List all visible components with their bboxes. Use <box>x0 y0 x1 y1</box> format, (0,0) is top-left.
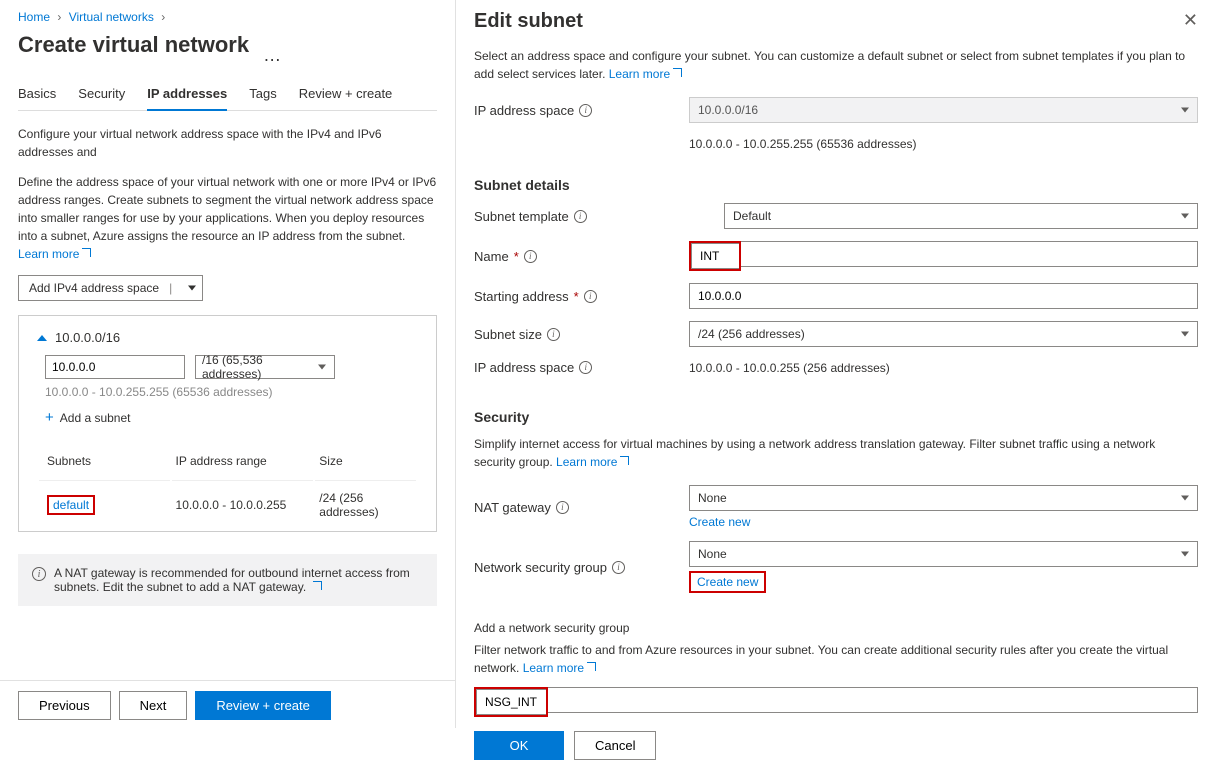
range-text: 10.0.0.0 - 10.0.255.255 (65536 addresses… <box>45 385 418 399</box>
tab-security[interactable]: Security <box>78 80 125 110</box>
table-row: default 10.0.0.0 - 10.0.0.255 /24 (256 a… <box>39 480 416 529</box>
nsg-label: Network security group <box>474 560 607 575</box>
blade-footer: OK Cancel <box>474 717 1198 770</box>
tab-tags[interactable]: Tags <box>249 80 276 110</box>
info-icon[interactable]: i <box>547 328 560 341</box>
tabs: Basics Security IP addresses Tags Review… <box>18 80 437 111</box>
chevron-down-icon <box>188 286 196 291</box>
create-new-nat-link[interactable]: Create new <box>689 515 1198 529</box>
description-text: Define the address space of your virtual… <box>18 173 437 263</box>
address-space-panel: 10.0.0.0/16 /16 (65,536 addresses) 10.0.… <box>18 315 437 532</box>
banner-link[interactable] <box>310 580 322 594</box>
row-size: /24 (256 addresses) <box>315 480 416 529</box>
review-create-button[interactable]: Review + create <box>195 691 331 720</box>
tab-review[interactable]: Review + create <box>299 80 393 110</box>
mask-select[interactable]: /16 (65,536 addresses) <box>195 355 335 379</box>
learn-more-link[interactable]: Learn more <box>18 247 91 261</box>
ip-space-helper: 10.0.0.0 - 10.0.255.255 (65536 addresses… <box>689 135 1198 151</box>
col-subnets: Subnets <box>39 444 170 478</box>
intro-text: Configure your virtual network address s… <box>18 125 437 161</box>
breadcrumb: Home › Virtual networks › <box>18 10 437 24</box>
blade-title: Edit subnet <box>474 10 583 33</box>
next-button[interactable]: Next <box>119 691 188 720</box>
ip-space-label: IP address space <box>474 103 574 118</box>
col-size: Size <box>315 444 416 478</box>
add-subnet-button[interactable]: + Add a subnet <box>45 409 131 426</box>
subnet-details-heading: Subnet details <box>474 177 1198 193</box>
subnet-template-select[interactable]: Default <box>724 203 1198 229</box>
chevron-up-icon[interactable] <box>37 335 47 341</box>
add-nsg-heading: Add a network security group <box>474 621 1198 635</box>
tab-ip-addresses[interactable]: IP addresses <box>147 80 227 111</box>
nsg-select[interactable]: None <box>689 541 1198 567</box>
chevron-right-icon: › <box>157 10 169 24</box>
tab-basics[interactable]: Basics <box>18 80 56 110</box>
more-icon[interactable]: … <box>257 45 287 66</box>
add-ipv4-space-button[interactable]: Add IPv4 address space| <box>18 275 203 301</box>
start-address-input[interactable] <box>689 283 1198 309</box>
subnet-table: Subnets IP address range Size default 10… <box>37 442 418 531</box>
nsg-name-input[interactable] <box>476 689 546 715</box>
info-icon[interactable]: i <box>556 501 569 514</box>
ip-range-value: 10.0.0.0 - 10.0.0.255 (256 addresses) <box>689 359 1198 375</box>
breadcrumb-home[interactable]: Home <box>18 10 50 24</box>
col-ip-range: IP address range <box>172 444 314 478</box>
add-nsg-description: Filter network traffic to and from Azure… <box>474 641 1198 677</box>
template-label: Subnet template <box>474 209 569 224</box>
name-input[interactable] <box>691 243 739 269</box>
plus-icon: + <box>45 409 54 426</box>
breadcrumb-vnet[interactable]: Virtual networks <box>69 10 154 24</box>
learn-more-link[interactable]: Learn more <box>609 67 682 81</box>
subnet-default-link[interactable]: default <box>53 498 89 512</box>
learn-more-link[interactable]: Learn more <box>523 661 596 675</box>
page-title: Create virtual network <box>18 32 249 58</box>
name-label: Name <box>474 249 509 264</box>
ip-space-select[interactable]: 10.0.0.0/16 <box>689 97 1198 123</box>
chevron-down-icon <box>1181 496 1189 501</box>
security-heading: Security <box>474 409 1198 425</box>
ok-button[interactable]: OK <box>474 731 564 760</box>
info-icon[interactable]: i <box>584 290 597 303</box>
nat-gateway-label: NAT gateway <box>474 500 551 515</box>
close-icon[interactable]: ✕ <box>1183 10 1198 31</box>
info-banner: i A NAT gateway is recommended for outbo… <box>18 554 437 606</box>
blade-description: Select an address space and configure yo… <box>474 47 1198 83</box>
footer-bar: Previous Next Review + create <box>0 680 455 728</box>
cancel-button[interactable]: Cancel <box>574 731 656 760</box>
chevron-down-icon <box>1181 214 1189 219</box>
previous-button[interactable]: Previous <box>18 691 111 720</box>
chevron-down-icon <box>318 365 326 370</box>
chevron-right-icon: › <box>53 10 65 24</box>
row-range: 10.0.0.0 - 10.0.0.255 <box>172 480 314 529</box>
learn-more-link[interactable]: Learn more <box>556 455 629 469</box>
nat-gateway-select[interactable]: None <box>689 485 1198 511</box>
info-icon[interactable]: i <box>579 104 592 117</box>
start-address-label: Starting address <box>474 289 569 304</box>
create-new-nsg-link[interactable]: Create new <box>691 573 764 591</box>
info-icon[interactable]: i <box>574 210 587 223</box>
cidr-label: 10.0.0.0/16 <box>55 330 120 345</box>
security-description: Simplify internet access for virtual mac… <box>474 435 1198 471</box>
chevron-down-icon <box>1181 552 1189 557</box>
subnet-size-select[interactable]: /24 (256 addresses) <box>689 321 1198 347</box>
ip-input[interactable] <box>45 355 185 379</box>
info-icon[interactable]: i <box>612 561 625 574</box>
ip-range-label: IP address space <box>474 360 574 375</box>
info-icon[interactable]: i <box>579 361 592 374</box>
subnet-size-label: Subnet size <box>474 327 542 342</box>
chevron-down-icon <box>1181 108 1189 113</box>
chevron-down-icon <box>1181 332 1189 337</box>
info-icon: i <box>32 567 46 581</box>
info-icon[interactable]: i <box>524 250 537 263</box>
